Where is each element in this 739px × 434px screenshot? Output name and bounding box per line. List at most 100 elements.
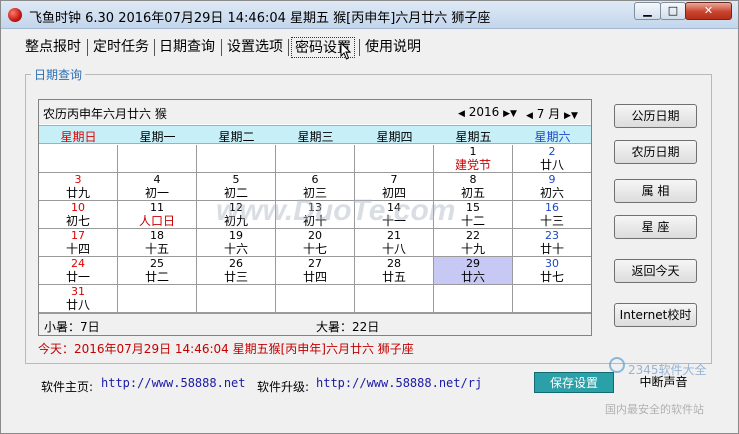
zodiac-animal-button[interactable]: 属 相 — [614, 179, 697, 203]
calendar-day-cell[interactable]: 31 廿八 — [39, 285, 118, 313]
next-year-icon[interactable]: ▶ — [503, 109, 510, 119]
prev-month-icon[interactable]: ◀ — [526, 111, 533, 121]
calendar-empty-cell[interactable] — [118, 285, 197, 313]
month-dropdown-icon[interactable]: ▼ — [571, 111, 578, 121]
calendar-empty-cell[interactable] — [276, 145, 355, 173]
solar-terms-bar: 小暑：7日 大暑：22日 — [39, 313, 591, 335]
calendar-day-cell[interactable]: 27 廿四 — [276, 257, 355, 285]
calendar-day-cell[interactable]: 11 人口日 — [118, 201, 197, 229]
year-dropdown-icon[interactable]: ▼ — [510, 109, 517, 119]
day-number: 31 — [71, 285, 85, 298]
day-number: 19 — [229, 229, 243, 242]
title-bar[interactable]: 飞鱼时钟 6.30 2016年07月29日 14:46:04 星期五 猴[丙申年… — [1, 1, 738, 29]
tab-separator — [359, 39, 360, 56]
day-number: 1 — [469, 145, 477, 158]
day-number: 23 — [545, 229, 559, 242]
tab-settings[interactable]: 设置选项 — [227, 36, 283, 60]
calendar-day-cell[interactable]: 2 廿八 — [513, 145, 591, 173]
lunar-day: 十八 — [381, 242, 406, 256]
prev-year-icon[interactable]: ◀ — [458, 109, 465, 119]
constellation-button[interactable]: 星 座 — [614, 215, 697, 239]
calendar-empty-cell[interactable] — [197, 145, 276, 173]
lunar-day: 十三 — [539, 214, 564, 228]
day-number: 16 — [545, 201, 559, 214]
gregorian-date-button[interactable]: 公历日期 — [614, 104, 697, 128]
lunar-day: 建党节 — [454, 158, 491, 172]
day-number: 20 — [308, 229, 322, 242]
weekday-sunday: 星期日 — [60, 130, 97, 144]
calendar-day-cell[interactable]: 18 十五 — [118, 229, 197, 257]
calendar-day-cell[interactable]: 23 廿十 — [513, 229, 591, 257]
calendar-day-cell[interactable]: 1 建党节 — [434, 145, 513, 173]
calendar-day-cell[interactable]: 28 廿五 — [355, 257, 434, 285]
lunar-date-button[interactable]: 农历日期 — [614, 140, 697, 164]
day-number: 24 — [71, 257, 85, 270]
calendar-day-cell[interactable]: 21 十八 — [355, 229, 434, 257]
upgrade-link[interactable]: http://www.58888.net/rj — [316, 376, 482, 390]
calendar-empty-cell[interactable] — [355, 285, 434, 313]
calendar-day-cell[interactable]: 17 十四 — [39, 229, 118, 257]
calendar-empty-cell[interactable] — [39, 145, 118, 173]
day-number: 6 — [311, 173, 319, 186]
calendar-day-cell[interactable]: 29 廿六 — [434, 257, 513, 285]
today-info: 今天：2016年07月29日 14:46:04 星期五猴[丙申年]六月廿六 狮子… — [38, 342, 414, 356]
calendar-day-cell[interactable]: 26 廿三 — [197, 257, 276, 285]
day-number: 25 — [150, 257, 164, 270]
app-window: 飞鱼时钟 6.30 2016年07月29日 14:46:04 星期五 猴[丙申年… — [0, 0, 739, 434]
window-title: 飞鱼时钟 6.30 2016年07月29日 14:46:04 星期五 猴[丙申年… — [29, 11, 491, 26]
internet-time-sync-button[interactable]: Internet校时 — [614, 303, 697, 327]
day-number: 3 — [74, 173, 82, 186]
close-button[interactable]: ✕ — [685, 2, 732, 20]
tab-hourly-chime[interactable]: 整点报时 — [25, 36, 81, 60]
lunar-day: 廿八 — [539, 158, 564, 172]
day-number: 10 — [71, 201, 85, 214]
day-number: 7 — [390, 173, 398, 186]
solar-term-2: 大暑：22日 — [316, 320, 380, 334]
weekday-tuesday: 星期二 — [218, 130, 255, 144]
month-selector[interactable]: ◀ 7 月 ▶▼ — [526, 105, 578, 122]
calendar-day-cell[interactable]: 4 初一 — [118, 173, 197, 201]
watermark-duote: www.DuoTe.com — [216, 194, 456, 227]
day-number: 8 — [469, 173, 477, 186]
calendar-day-cell[interactable]: 22 十九 — [434, 229, 513, 257]
year-selector[interactable]: ◀ 2016 ▶▼ — [458, 105, 517, 119]
minimize-button[interactable]: ▁ — [634, 2, 661, 20]
tab-timed-tasks[interactable]: 定时任务 — [93, 36, 149, 60]
calendar-empty-cell[interactable] — [276, 285, 355, 313]
mouse-cursor-icon — [340, 42, 352, 60]
calendar-day-cell[interactable]: 16 十三 — [513, 201, 591, 229]
day-number: 28 — [387, 257, 401, 270]
calendar-empty-cell[interactable] — [118, 145, 197, 173]
day-number: 11 — [150, 201, 164, 214]
tab-separator — [288, 39, 289, 56]
calendar-day-cell[interactable]: 19 十六 — [197, 229, 276, 257]
calendar-empty-cell[interactable] — [355, 145, 434, 173]
calendar-day-cell[interactable]: 10 初七 — [39, 201, 118, 229]
lunar-date-label: 农历丙申年六月廿六 猴 — [43, 107, 167, 121]
day-number: 30 — [545, 257, 559, 270]
maximize-button[interactable]: □ — [660, 2, 686, 20]
calendar-day-cell[interactable]: 9 初六 — [513, 173, 591, 201]
lunar-day: 十九 — [460, 242, 485, 256]
tab-help[interactable]: 使用说明 — [365, 36, 421, 60]
lunar-day: 初七 — [65, 214, 90, 228]
calendar-empty-cell[interactable] — [197, 285, 276, 313]
calendar-empty-cell[interactable] — [434, 285, 513, 313]
calendar-day-cell[interactable]: 3 廿九 — [39, 173, 118, 201]
calendar-day-cell[interactable]: 25 廿二 — [118, 257, 197, 285]
lunar-day: 人口日 — [138, 214, 175, 228]
calendar-day-cell[interactable]: 20 十七 — [276, 229, 355, 257]
homepage-label: 软件主页: — [41, 380, 94, 394]
day-number: 29 — [466, 257, 480, 270]
homepage-link[interactable]: http://www.58888.net — [101, 376, 246, 390]
back-to-today-button[interactable]: 返回今天 — [614, 259, 697, 283]
solar-term-1: 小暑：7日 — [44, 320, 100, 334]
calendar-day-cell[interactable]: 24 廿一 — [39, 257, 118, 285]
calendar-grid: 1 建党节 2 廿八 3 廿九 4 初一 5 初二 6 初三 7 初四 8 初五 9 初六 10 初七 11 人口日 12 初… — [39, 145, 591, 313]
tab-date-query[interactable]: 日期查询 — [159, 36, 215, 60]
calendar-empty-cell[interactable] — [513, 285, 591, 313]
calendar-day-cell[interactable]: 30 廿七 — [513, 257, 591, 285]
next-month-icon[interactable]: ▶ — [564, 111, 571, 121]
year-value: 2016 — [468, 105, 500, 119]
lunar-day: 廿五 — [381, 270, 406, 284]
